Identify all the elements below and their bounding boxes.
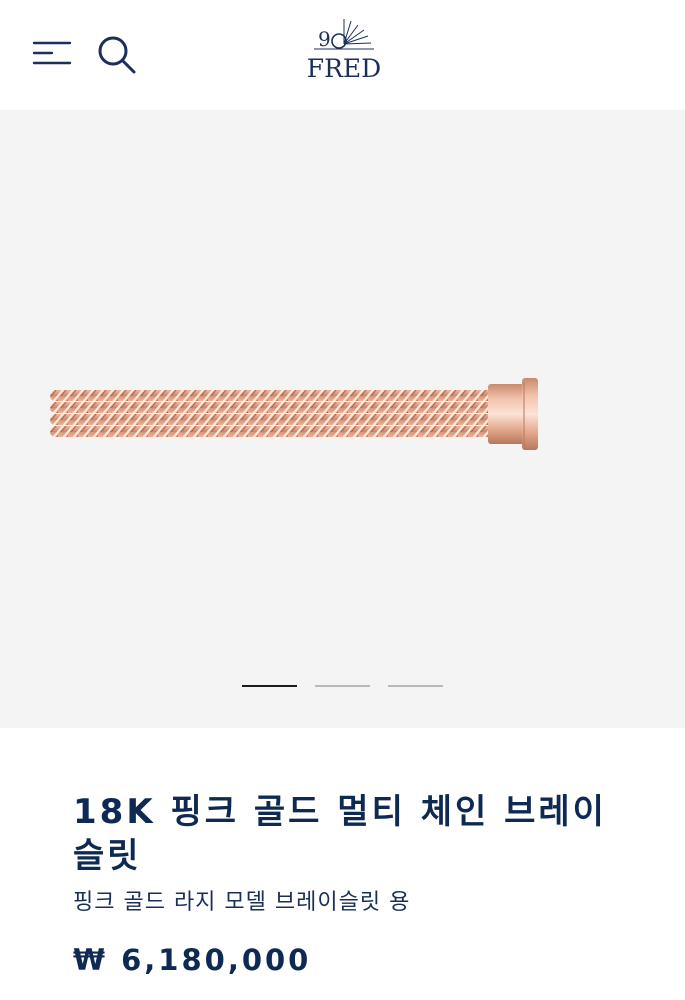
menu-button[interactable]	[30, 36, 74, 70]
product-title: 18K 핑크 골드 멀티 체인 브레이슬릿	[73, 792, 607, 876]
product-gallery[interactable]	[0, 110, 685, 728]
pagination-dot-1[interactable]	[242, 685, 297, 687]
gallery-pagination	[242, 685, 444, 689]
product-subtitle: 핑크 골드 라지 모델 브레이슬릿 용	[73, 890, 411, 915]
brand-logo[interactable]: 9 FRED	[296, 16, 392, 92]
pagination-dot-3[interactable]	[388, 685, 443, 687]
hamburger-menu-icon	[32, 41, 72, 65]
search-button[interactable]	[96, 34, 138, 76]
product-image	[50, 378, 538, 450]
site-header: 9 FRED	[0, 0, 685, 110]
search-icon	[98, 36, 136, 74]
pagination-dot-2[interactable]	[315, 685, 370, 687]
brand-logo-text: FRED	[306, 54, 382, 83]
product-page: 9 FRED 18K 핑크 골드 멀티 체인 브레이슬릿 핑크 골드 라지 모델…	[0, 0, 685, 1000]
svg-text:9: 9	[318, 27, 331, 51]
anniversary-emblem-icon: 9	[314, 19, 374, 51]
product-price: ₩ 6,180,000	[73, 943, 312, 977]
